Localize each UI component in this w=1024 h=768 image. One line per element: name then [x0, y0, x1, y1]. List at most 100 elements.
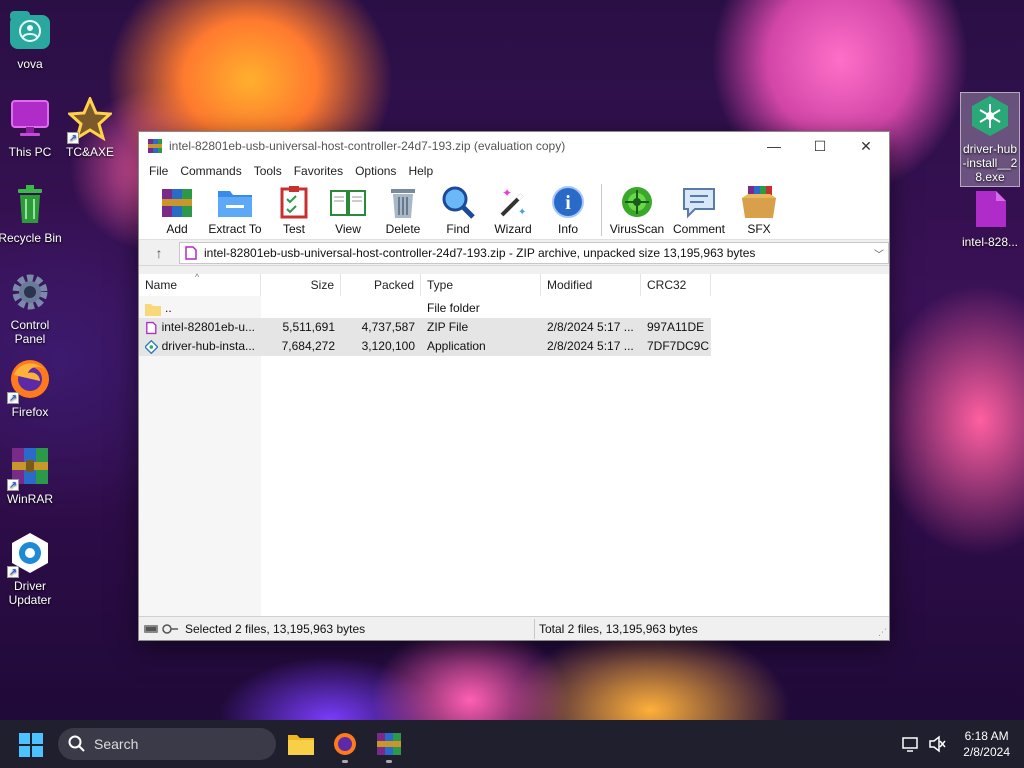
desktop-icon-recycle-bin[interactable]: Recycle Bin	[0, 182, 62, 245]
file-list[interactable]: Name ^ Size Packed Type Modified CRC32 ..…	[139, 272, 889, 616]
shortcut-arrow-icon: ↗	[7, 392, 19, 404]
maximize-button[interactable]: ☐	[797, 132, 843, 160]
desktop-icon-driver-updater[interactable]: ↗ Driver Updater	[0, 530, 62, 607]
toolbar-label: Extract To	[208, 222, 262, 236]
extract-to-button[interactable]: Extract To	[203, 182, 267, 240]
sfx-box-icon	[740, 184, 778, 220]
toolbar-label: VirusScan	[609, 222, 665, 236]
toolbar-label: Add	[166, 222, 188, 236]
test-button[interactable]: Test	[267, 182, 321, 240]
menu-commands[interactable]: Commands	[174, 164, 247, 178]
winrar-window: intel-82801eb-usb-universal-host-control…	[138, 131, 890, 641]
column-header-packed[interactable]: Packed	[341, 274, 421, 296]
desktop-icon-firefox[interactable]: ↗ Firefox	[0, 356, 62, 419]
desktop-icon-tc-axe[interactable]: ↗ TC&AXE	[58, 96, 122, 159]
chevron-down-icon[interactable]: ﹀	[874, 246, 884, 261]
row-name: intel-82801eb-u...	[161, 320, 255, 334]
row-name-cell: intel-82801eb-u...	[139, 318, 261, 337]
menu-tools[interactable]: Tools	[248, 164, 288, 178]
table-row[interactable]: .. File folder	[139, 299, 711, 318]
desktop-icon-control-panel[interactable]: Control Panel	[0, 269, 62, 346]
volume-muted-icon[interactable]	[928, 735, 946, 753]
row-type: Application	[427, 339, 486, 353]
toolbar-label: Find	[446, 222, 470, 236]
row-packed: 3,120,100	[361, 339, 415, 353]
view-button[interactable]: View	[321, 182, 375, 240]
desktop-icon-label: driver-hub-install__28.exe	[962, 142, 1018, 184]
desktop-icon-label: TC&AXE	[65, 145, 114, 159]
file-explorer-icon	[288, 735, 314, 755]
address-text: intel-82801eb-usb-universal-host-control…	[204, 245, 756, 260]
add-button[interactable]: Add	[151, 182, 203, 240]
firefox-icon	[334, 733, 356, 755]
column-header-name[interactable]: Name ^	[139, 272, 261, 296]
menu-favorites[interactable]: Favorites	[288, 164, 349, 178]
winrar-icon	[377, 733, 401, 755]
column-label: Name	[145, 278, 178, 292]
resize-grip-icon[interactable]: ⋰	[878, 627, 887, 638]
desktop-icon-label: intel-828...	[961, 235, 1019, 249]
desktop-icon-winrar[interactable]: ↗ WinRAR	[0, 443, 62, 506]
folder-extract-icon	[216, 184, 254, 220]
drive-key-icon	[144, 623, 178, 634]
toolbar-label: View	[335, 222, 361, 236]
search-placeholder: Search	[94, 736, 139, 752]
menu-file[interactable]: File	[143, 164, 174, 178]
desktop-icon-vova[interactable]: vova	[0, 8, 62, 71]
row-packed: 4,737,587	[361, 320, 415, 334]
svg-text:i: i	[565, 192, 571, 214]
minimize-button[interactable]: —	[751, 132, 797, 160]
desktop-icon-driver-hub-install[interactable]: driver-hub-install__28.exe	[960, 92, 1020, 187]
zip-file-icon	[146, 321, 157, 334]
clock-time: 6:18 AM	[964, 729, 1009, 743]
shortcut-arrow-icon: ↗	[67, 132, 79, 144]
column-header-crc32[interactable]: CRC32	[641, 274, 711, 296]
trash-icon	[384, 184, 422, 220]
column-header-modified[interactable]: Modified	[541, 274, 641, 296]
find-button[interactable]: Find	[431, 182, 485, 240]
toolbar-separator	[601, 184, 602, 236]
taskbar-file-explorer[interactable]	[284, 728, 318, 760]
info-icon: i	[549, 184, 587, 220]
running-indicator	[342, 760, 348, 763]
desktop-icon-this-pc[interactable]: This PC	[0, 96, 62, 159]
comment-button[interactable]: Comment	[666, 182, 732, 240]
row-modified	[541, 299, 641, 318]
shortcut-arrow-icon: ↗	[7, 479, 19, 491]
virusscan-button[interactable]: VirusScan	[608, 182, 666, 240]
sfx-button[interactable]: SFX	[732, 182, 786, 240]
network-icon[interactable]	[902, 735, 920, 753]
wizard-button[interactable]: ✦ ✦ Wizard	[485, 182, 541, 240]
table-row[interactable]: intel-82801eb-u... 5,511,691 4,737,587 Z…	[139, 318, 711, 337]
taskbar-firefox[interactable]	[328, 728, 362, 763]
row-size: 7,684,272	[281, 339, 335, 353]
system-clock[interactable]: 6:18 AM 2/8/2024	[963, 728, 1010, 760]
taskbar-winrar[interactable]	[372, 728, 406, 763]
row-size	[261, 299, 341, 318]
address-field[interactable]: intel-82801eb-usb-universal-host-control…	[179, 241, 889, 264]
close-button[interactable]: ✕	[843, 132, 889, 160]
table-row[interactable]: driver-hub-insta... 7,684,272 3,120,100 …	[139, 337, 711, 356]
book-icon	[329, 184, 367, 220]
title-bar[interactable]: intel-82801eb-usb-universal-host-control…	[139, 132, 889, 160]
row-type: File folder	[427, 301, 480, 315]
windows-logo-icon	[19, 733, 43, 757]
delete-button[interactable]: Delete	[375, 182, 431, 240]
svg-text:✦: ✦	[518, 207, 526, 218]
desktop-icon-label: This PC	[8, 145, 52, 159]
row-name-cell: ..	[139, 299, 261, 318]
info-button[interactable]: i Info	[541, 182, 595, 240]
menu-help[interactable]: Help	[402, 164, 439, 178]
svg-text:✦: ✦	[502, 186, 512, 200]
row-name: ..	[165, 301, 172, 315]
taskbar-search[interactable]: Search	[58, 728, 276, 760]
up-arrow-icon[interactable]: ↑	[139, 241, 179, 265]
column-header-type[interactable]: Type	[421, 274, 541, 296]
start-button[interactable]	[18, 732, 44, 758]
folder-icon	[145, 303, 161, 316]
menu-options[interactable]: Options	[349, 164, 402, 178]
comment-bubble-icon	[680, 184, 718, 220]
column-header-size[interactable]: Size	[261, 274, 341, 296]
desktop-icon-intel-zip[interactable]: intel-828...	[958, 186, 1022, 249]
toolbar-label: Wizard	[494, 222, 532, 236]
